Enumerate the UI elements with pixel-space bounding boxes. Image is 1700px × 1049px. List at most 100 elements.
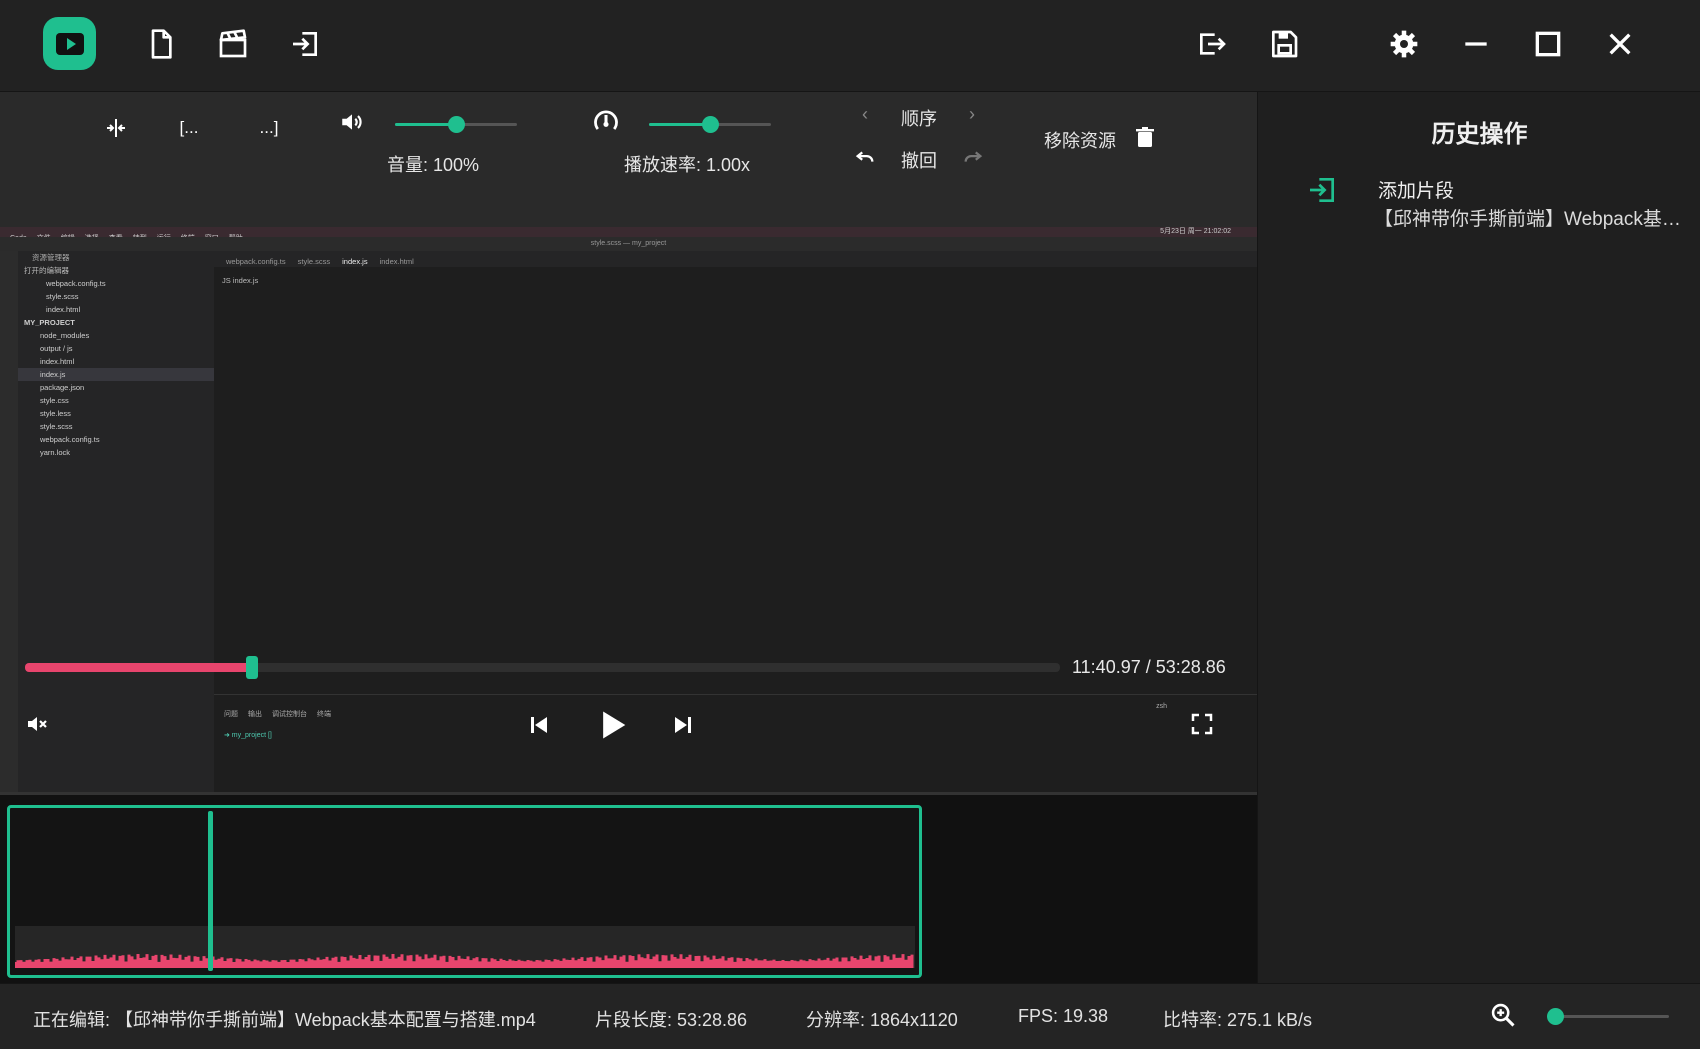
captured-tab: style.scss — [297, 257, 331, 266]
timecode: 11:40.97 / 53:28.86 — [1072, 657, 1226, 677]
captured-file: index.html — [40, 357, 75, 366]
close-icon[interactable] — [1600, 24, 1640, 64]
captured-file: style.css — [40, 396, 69, 405]
captured-file: style.scss — [40, 422, 73, 431]
clapperboard-icon[interactable] — [213, 24, 253, 64]
captured-terminal-tabs: 问题 输出 调试控制台 终端 — [214, 703, 1257, 721]
import-icon[interactable] — [285, 24, 325, 64]
order-label[interactable]: 顺序 — [901, 105, 937, 131]
title-bar — [0, 0, 1700, 92]
captured-terminal-shell: zsh — [1156, 703, 1167, 710]
save-icon[interactable] — [1264, 24, 1304, 64]
progress-knob[interactable] — [245, 656, 258, 679]
history-item[interactable]: 添加片段 【邱神带你手撕前端】Webpack基本配置与搭建.mp4 — [1306, 174, 1696, 234]
bitrate-status: 比特率: 275.1 kB/s — [1163, 1010, 1313, 1030]
toolbar-spacer — [0, 182, 1257, 227]
volume-fill — [395, 123, 456, 126]
zoom-knob[interactable] — [1547, 1008, 1564, 1025]
speed-gauge-icon[interactable] — [590, 106, 622, 138]
captured-terminal-prompt: ➜ my_project [] — [224, 732, 272, 739]
captured-terminal-tab: 终端 — [317, 711, 331, 718]
volume-icon[interactable] — [336, 106, 368, 138]
play-icon[interactable] — [593, 705, 633, 745]
captured-terminal: 问题 输出 调试控制台 终端 zsh ➜ my_project [] — [214, 694, 1257, 792]
captured-tab: webpack.config.ts — [226, 257, 286, 266]
playback-progress[interactable] — [25, 656, 1060, 679]
captured-open-file: style.scss — [46, 292, 79, 301]
trash-icon[interactable] — [1134, 125, 1156, 149]
timeline[interactable] — [0, 792, 1257, 983]
audio-waveform — [15, 926, 915, 968]
captured-project-name: MY_PROJECT — [24, 318, 75, 327]
fullscreen-icon[interactable] — [1186, 708, 1218, 740]
captured-open-file: index.html — [46, 305, 81, 314]
zoom-in-icon[interactable] — [1486, 998, 1520, 1032]
mute-icon[interactable] — [22, 709, 52, 739]
undo-icon[interactable] — [852, 144, 878, 170]
captured-terminal-tab: 问题 — [224, 711, 238, 718]
speed-knob[interactable] — [702, 116, 719, 133]
volume-knob[interactable] — [448, 116, 465, 133]
captured-breadcrumb: JS index.js — [222, 276, 259, 285]
captured-file: index.js — [18, 368, 214, 381]
captured-tabs: webpack.config.ts style.scss index.js index… — [214, 251, 1257, 267]
skip-previous-icon[interactable] — [523, 709, 555, 741]
timeline-playhead[interactable] — [208, 811, 213, 971]
captured-clock: 5月23日 周一 21:02:02 — [1160, 228, 1231, 235]
history-item-file: 【邱神带你手撕前端】Webpack基本配置与搭建.mp4 — [1374, 209, 1684, 230]
remove-resource-button[interactable]: 移除资源 — [1044, 127, 1116, 153]
captured-terminal-tab: 输出 — [248, 711, 262, 718]
export-icon[interactable] — [1192, 24, 1232, 64]
timeline-clip[interactable] — [7, 805, 922, 978]
skip-next-icon[interactable] — [667, 709, 699, 741]
waveform-graphic — [15, 954, 914, 968]
captured-file: package.json — [40, 383, 85, 392]
minimize-icon[interactable] — [1456, 24, 1496, 64]
history-panel: 历史操作 添加片段 【邱神带你手撕前端】Webpack基本配置与搭建.mp4 — [1257, 92, 1700, 983]
speed-slider[interactable] — [649, 116, 771, 133]
new-file-icon[interactable] — [141, 24, 181, 64]
captured-explorer-title: 资源管理器 — [32, 253, 70, 262]
captured-file: webpack.config.ts — [40, 435, 100, 444]
volume-slider[interactable] — [395, 116, 517, 133]
mark-in-button[interactable]: [... — [174, 116, 204, 140]
split-icon[interactable] — [100, 112, 132, 144]
captured-file: yarn.lock — [40, 448, 71, 457]
add-clip-icon — [1310, 178, 1334, 202]
mark-out-button[interactable]: ...] — [254, 116, 284, 140]
captured-open-file: webpack.config.ts — [46, 279, 106, 288]
undo-label[interactable]: 撤回 — [901, 147, 937, 173]
resolution-status: 分辨率: 1864x1120 — [806, 1010, 958, 1030]
captured-terminal-tab: 调试控制台 — [272, 711, 307, 718]
edit-toolbar: [... ...] 音量: 100% 播放速率: 1.00x ‹ 顺序 › 撤回… — [0, 92, 1257, 182]
status-bar: 正在编辑: 【邱神带你手撕前端】Webpack基本配置与搭建.mp4 片段长度:… — [0, 983, 1700, 1049]
editing-file-status: 正在编辑: 【邱神带你手撕前端】Webpack基本配置与搭建.mp4 — [33, 1010, 536, 1030]
captured-menubar: 5月23日 周一 21:02:02 Code文件编辑选择查看转到运行终端窗口帮助 — [0, 227, 1257, 242]
video-preview[interactable]: 5月23日 周一 21:02:02 Code文件编辑选择查看转到运行终端窗口帮助… — [0, 227, 1257, 792]
speed-label: 播放速率: 1.00x — [624, 155, 751, 175]
fps-status: FPS: 19.38 — [1018, 1006, 1109, 1026]
maximize-icon[interactable] — [1528, 24, 1568, 64]
zoom-slider[interactable] — [1547, 1008, 1669, 1025]
history-item-name: 添加片段 — [1378, 181, 1455, 202]
waveform-path — [15, 954, 914, 968]
captured-tab: index.html — [379, 257, 414, 266]
app-logo — [43, 17, 96, 70]
captured-file: node_modules — [40, 331, 90, 340]
progress-fill — [25, 663, 252, 672]
chevron-right-icon[interactable]: › — [962, 102, 982, 126]
captured-file: output / js — [40, 344, 73, 353]
history-title: 历史操作 — [1431, 121, 1528, 148]
play-screen-icon — [55, 32, 84, 55]
captured-tab: index.js — [342, 257, 368, 266]
captured-window-title: style.scss — my_project — [0, 237, 1257, 251]
settings-gear-icon[interactable] — [1384, 24, 1424, 64]
redo-icon[interactable] — [960, 144, 986, 170]
captured-file: style.less — [40, 409, 71, 418]
captured-window-title-text: style.scss — my_project — [590, 240, 667, 247]
clip-length-status: 片段长度: 53:28.86 — [595, 1010, 748, 1030]
captured-open-editors: 打开的编辑器 — [24, 266, 69, 275]
chevron-left-icon[interactable]: ‹ — [855, 102, 875, 126]
captured-activity-bar — [0, 251, 18, 792]
speed-fill — [649, 123, 710, 126]
